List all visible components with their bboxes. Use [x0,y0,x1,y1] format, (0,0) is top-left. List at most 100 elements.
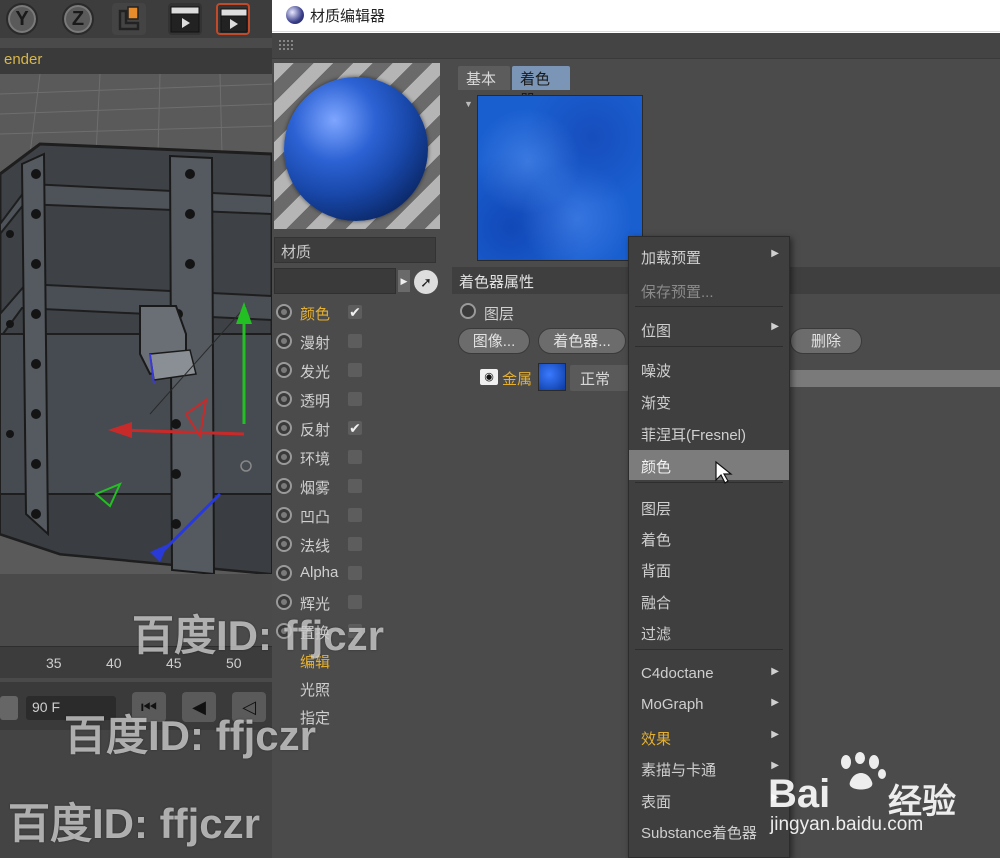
channel-checkbox[interactable] [348,363,362,377]
channel-radio[interactable] [276,362,292,378]
menu-item[interactable]: 效果 ▶ [629,722,789,752]
channel-label[interactable]: 漫射 [300,332,330,353]
channel-label[interactable]: 发光 [300,361,330,382]
layer-strength-slider[interactable] [788,370,1000,387]
editor-option-label: 光照 [300,682,331,699]
delete-button[interactable]: 删除 [790,328,862,354]
menu-item[interactable]: C4doctane ▶ [629,659,789,689]
menu-item[interactable]: 素描与卡通 ▶ [629,753,789,783]
channel-item[interactable]: 颜色 ✔ [272,298,442,327]
viewport-menu-bar: ender [0,48,272,74]
channel-radio[interactable] [276,478,292,494]
coordinate-system-button[interactable] [112,3,146,35]
3d-viewport-scene[interactable] [0,74,272,646]
menu-item[interactable]: 背面 [629,554,789,584]
channel-checkbox[interactable] [348,508,362,522]
channel-radio[interactable] [276,304,292,320]
menu-item[interactable]: MoGraph ▶ [629,690,789,720]
channel-label[interactable]: 反射 [300,419,330,440]
checkmark-icon[interactable]: ✔ [348,421,362,435]
channel-item[interactable]: 烟雾 [272,472,442,501]
frame-stepper[interactable] [0,696,18,720]
chevron-right-icon[interactable]: ▶ [398,270,410,292]
menu-item[interactable]: 过滤 [629,617,789,647]
layer-thumbnail [538,363,566,391]
channel-radio[interactable] [276,391,292,407]
menu-item-label: MoGraph [641,696,704,713]
channel-label[interactable]: 环境 [300,448,330,469]
channel-checkbox[interactable] [348,334,362,348]
channel-label[interactable]: Alpha [300,564,338,581]
tab-shader[interactable]: 着色器 [512,66,570,109]
menu-item-label: 加载预置 [641,250,702,267]
channel-search-input[interactable] [274,268,396,294]
menu-item[interactable]: 着色 [629,523,789,553]
channel-item[interactable]: 法线 [272,530,442,559]
menu-item-label: 颜色 [641,459,672,476]
channel-item[interactable]: 环境 [272,443,442,472]
channel-checkbox[interactable] [348,479,362,493]
channel-item[interactable]: 漫射 [272,327,442,356]
channel-item[interactable]: Alpha [272,559,442,588]
menu-item-label: 渐变 [641,395,672,412]
collapse-triangle-icon[interactable]: ▼ [464,99,473,109]
menu-item[interactable]: 位图 ▶ [629,314,789,344]
shader-button[interactable]: 着色器... [538,328,626,354]
layer-radio[interactable] [460,303,476,319]
menu-item[interactable]: 图层 [629,492,789,522]
clapboard-play-icon [220,8,248,33]
menu-separator [635,346,783,347]
eye-icon[interactable]: ◉ [480,369,498,385]
axis-z-button[interactable]: Z [62,3,94,35]
baidu-jingyan-logo: Bai 经验 jingyan.baidu.com [768,752,1000,858]
menu-item[interactable]: 渐变 [629,386,789,416]
channel-radio[interactable] [276,449,292,465]
channel-checkbox[interactable] [348,537,362,551]
channel-label[interactable]: 颜色 [300,303,330,324]
channel-item[interactable]: 反射 ✔ [272,414,442,443]
channel-label[interactable]: 法线 [300,535,330,556]
channel-radio[interactable] [276,536,292,552]
menu-item[interactable]: 表面 ▶ [629,785,789,815]
menu-item: 保存预置... [629,275,789,305]
channel-checkbox[interactable] [348,450,362,464]
checkmark-icon[interactable]: ✔ [348,305,362,319]
axis-y-button[interactable]: Y [6,3,38,35]
channel-label[interactable]: 透明 [300,390,330,411]
menu-item[interactable]: Substance着色器 [629,816,789,846]
material-preview[interactable] [274,63,440,229]
menu-item[interactable]: 融合 [629,586,789,616]
channel-label[interactable]: 凹凸 [300,506,330,527]
menu-item-label: 背面 [641,563,672,580]
menu-item-label: C4doctane [641,665,714,682]
channel-radio[interactable] [276,333,292,349]
channel-item[interactable]: 凹凸 [272,501,442,530]
render-view-button[interactable] [168,3,202,35]
channel-radio[interactable] [276,565,292,581]
pointer-pick-icon[interactable]: ➚ [414,270,438,294]
blend-mode-select[interactable]: 正常 [570,365,630,391]
channel-item[interactable]: 发光 [272,356,442,385]
grip-icon[interactable] [278,39,294,51]
material-name-field[interactable]: 材质 [274,237,436,263]
watermark-id: 百度ID: ffjczr [132,612,385,659]
menu-item[interactable]: 噪波 [629,354,789,384]
channel-checkbox[interactable] [348,566,362,580]
submenu-arrow-icon: ▶ [771,248,779,259]
menu-item[interactable]: 加载预置 ▶ [629,241,789,271]
channel-label[interactable]: 烟雾 [300,477,330,498]
render-picture-viewer-button[interactable] [216,3,250,35]
menu-item[interactable]: 颜色 [629,450,789,480]
tab-basic[interactable]: 基本 [458,66,510,90]
channel-radio[interactable] [276,420,292,436]
watermark-id: 百度ID: ffjczr [64,712,317,759]
menu-separator [635,306,783,307]
channel-checkbox[interactable] [348,392,362,406]
channel-radio[interactable] [276,507,292,523]
channel-item[interactable]: 透明 [272,385,442,414]
menu-item[interactable]: 菲涅耳(Fresnel) [629,418,789,448]
editor-option-item[interactable]: 光照 [272,674,442,702]
layer-name[interactable]: 金属 [502,368,532,389]
render-menu-label[interactable]: ender [4,51,42,68]
image-button[interactable]: 图像... [458,328,530,354]
